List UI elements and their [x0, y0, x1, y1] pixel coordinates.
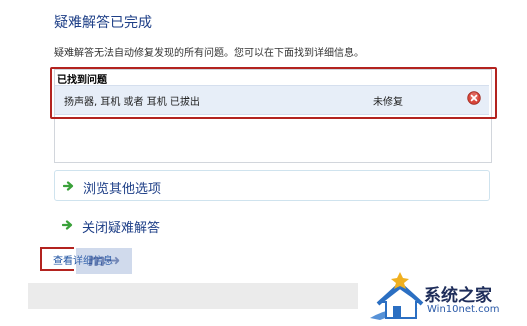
page-description: 疑难解答无法自动修复发现的所有问题。您可以在下面找到详细信息。 [54, 48, 364, 59]
watermark-name: 系统之家 [424, 286, 492, 306]
close-troubleshooter-button[interactable]: 关闭疑难解答 [54, 210, 490, 241]
footer-bar [28, 283, 358, 309]
watermark-url: Win10net.com [427, 304, 500, 315]
browse-other-options-label: 浏览其他选项 [83, 182, 162, 197]
problem-highlight-frame [50, 67, 497, 119]
details-highlight-frame [40, 247, 74, 271]
green-arrow-icon [63, 181, 74, 191]
green-arrow-icon [62, 220, 73, 230]
close-troubleshooter-label: 关闭疑难解答 [82, 221, 161, 236]
watermark-badge: m→ [76, 248, 132, 274]
page-title: 疑难解答已完成 [54, 15, 152, 31]
browse-other-options-button[interactable]: 浏览其他选项 [54, 170, 490, 201]
